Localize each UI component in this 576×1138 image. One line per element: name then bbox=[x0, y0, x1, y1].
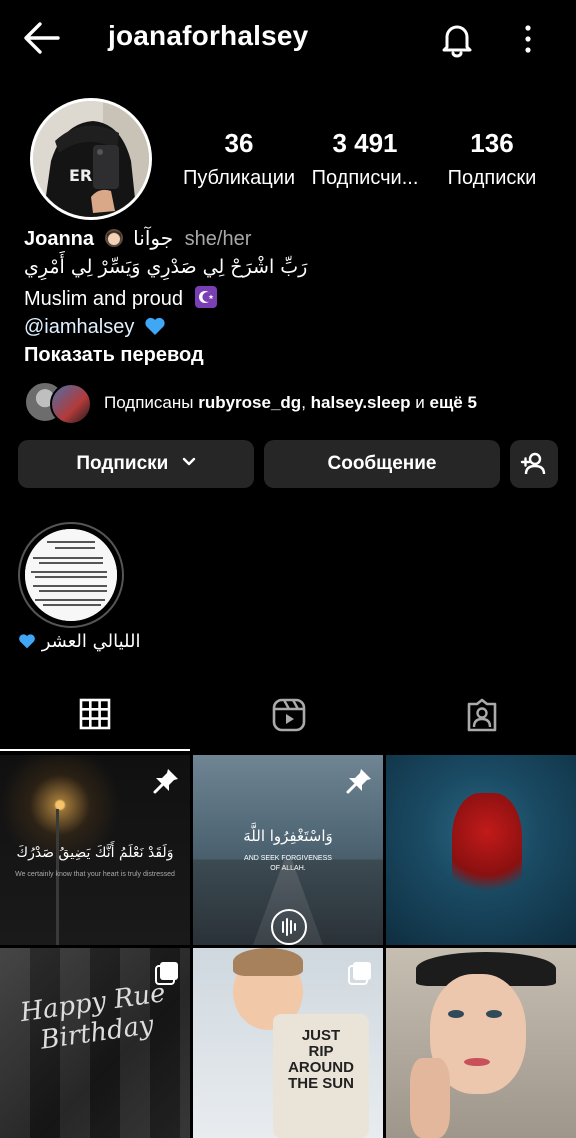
tab-tagged[interactable] bbox=[386, 690, 576, 752]
followers-count-value: 3 491 bbox=[332, 128, 398, 158]
following-count-value: 136 bbox=[470, 128, 514, 158]
show-translation-link[interactable]: Показать перевод bbox=[24, 344, 204, 367]
star-and-crescent-icon bbox=[194, 286, 217, 308]
top-bar: joanaforhalsey bbox=[0, 0, 576, 78]
post-thumbnail[interactable]: Happy Rue Birthday bbox=[0, 948, 190, 1138]
bio-arabic-verse: رَبِّ اشْرَحْ لِي صَدْرِي وَيَسِّرْ لِي … bbox=[24, 256, 308, 278]
mutual-avatar bbox=[50, 383, 92, 425]
cake-line: AROUND bbox=[288, 1059, 354, 1076]
profile-avatar[interactable]: ER bbox=[30, 98, 152, 220]
followers-count-label: Подписчи... bbox=[311, 167, 419, 189]
post-caption-english: We certainly know that your heart is tru… bbox=[15, 871, 175, 878]
cake-line: THE SUN bbox=[288, 1075, 354, 1092]
followed-by-text[interactable]: Подписаны rubyrose_dg, halsey.sleep и ещ… bbox=[104, 393, 477, 413]
following-count[interactable]: 136 Подписки bbox=[427, 128, 557, 190]
following-button-label: Подписки bbox=[76, 453, 169, 474]
post-caption-english: AND SEEK FORGIVENESS bbox=[244, 855, 332, 862]
bio-mention-line[interactable]: @iamhalsey bbox=[24, 315, 166, 339]
pinned-icon bbox=[345, 767, 373, 800]
add-person-icon bbox=[520, 452, 546, 475]
followed-by-user: rubyrose_dg bbox=[198, 393, 302, 412]
followed-by-and: и bbox=[415, 393, 425, 412]
cake-line: RIP bbox=[308, 1043, 334, 1060]
pronouns: she/her bbox=[184, 228, 252, 250]
profile-username: joanaforhalsey bbox=[108, 20, 309, 51]
post-thumbnail[interactable]: JUST RIP AROUND THE SUN bbox=[193, 948, 383, 1138]
svg-text:ER: ER bbox=[69, 166, 92, 185]
posts-count-value: 36 bbox=[224, 128, 254, 158]
post-caption-arabic: وَلَقَدْ نَعْلَمُ أَنَّكَ يَضِيقُ صَدْرُ… bbox=[16, 845, 174, 861]
bio-muslim-text: Muslim and proud bbox=[24, 288, 183, 310]
bio-name-line: Joanna جوآنا she/her bbox=[24, 226, 251, 251]
more-options-icon[interactable] bbox=[514, 22, 542, 56]
story-highlight-title: الليالي العشر bbox=[41, 631, 141, 652]
following-button[interactable]: Подписки bbox=[18, 440, 254, 488]
add-person-button[interactable] bbox=[510, 440, 558, 488]
reels-icon bbox=[272, 698, 306, 732]
posts-count[interactable]: 36 Публикации bbox=[174, 128, 304, 190]
bio-muslim-line: Muslim and proud bbox=[24, 286, 217, 311]
followers-count[interactable]: 3 491 Подписчи... bbox=[300, 128, 430, 190]
grid-icon bbox=[79, 698, 111, 730]
followed-by-user: halsey.sleep bbox=[310, 393, 411, 412]
following-count-label: Подписки bbox=[447, 167, 537, 189]
blue-heart-icon bbox=[18, 632, 36, 650]
story-highlight-cover bbox=[25, 529, 117, 621]
post-thumbnail[interactable] bbox=[386, 755, 576, 945]
mention-link[interactable]: @iamhalsey bbox=[24, 316, 134, 338]
post-caption-arabic: وَاسْتَغْفِرُوا اللَّهَ bbox=[243, 827, 333, 845]
story-highlight[interactable] bbox=[18, 522, 124, 628]
back-arrow-icon[interactable] bbox=[22, 20, 62, 56]
followed-by-more: ещё 5 bbox=[429, 393, 477, 412]
profile-photo: ER bbox=[33, 101, 149, 217]
tab-posts-grid[interactable] bbox=[0, 690, 190, 752]
followed-by-prefix: Подписаны bbox=[104, 393, 194, 412]
active-tab-indicator bbox=[0, 749, 190, 751]
blue-heart-icon bbox=[144, 315, 166, 337]
carousel-icon bbox=[154, 960, 180, 991]
post-thumbnail[interactable] bbox=[386, 948, 576, 1138]
post-caption-english: OF ALLAH. bbox=[270, 865, 306, 872]
followed-by-separator: , bbox=[301, 393, 306, 412]
post-thumbnail[interactable]: وَاسْتَغْفِرُوا اللَّهَ AND SEEK FORGIVE… bbox=[193, 755, 383, 945]
mutual-followers-avatars[interactable] bbox=[24, 381, 94, 425]
notification-bell-icon[interactable] bbox=[438, 20, 476, 58]
display-name: Joanna bbox=[24, 228, 95, 250]
message-button[interactable]: Сообщение bbox=[264, 440, 500, 488]
carousel-icon bbox=[347, 960, 373, 991]
tagged-person-icon bbox=[467, 698, 497, 732]
story-highlight-label: الليالي العشر bbox=[18, 631, 140, 652]
display-name-arabic: جوآنا bbox=[133, 226, 174, 250]
post-thumbnail[interactable]: وَلَقَدْ نَعْلَمُ أَنَّكَ يَضِيقُ صَدْرُ… bbox=[0, 755, 190, 945]
woman-emoji-icon bbox=[104, 228, 124, 248]
posts-count-label: Публикации bbox=[182, 167, 296, 189]
cake-text: JUST RIP AROUND THE SUN bbox=[273, 1028, 369, 1092]
cake-line: JUST bbox=[301, 1027, 341, 1044]
chevron-down-icon bbox=[182, 440, 196, 466]
tab-reels[interactable] bbox=[193, 690, 383, 752]
pinned-icon bbox=[152, 767, 180, 800]
audio-icon bbox=[271, 909, 307, 945]
